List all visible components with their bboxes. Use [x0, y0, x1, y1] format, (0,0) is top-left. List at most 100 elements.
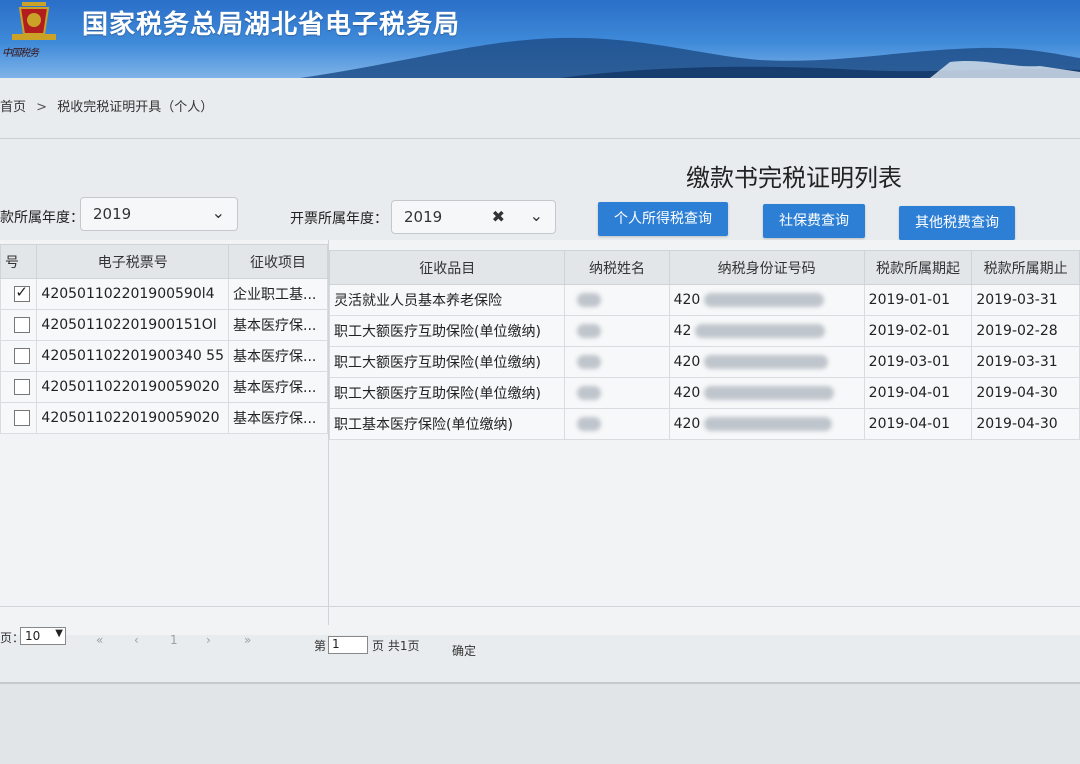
table-row[interactable]: 职工基本医疗保险(单位缴纳) 420 2019-04-01 2019-04-30 — [328, 408, 1080, 440]
row-checkbox[interactable] — [14, 410, 31, 426]
per-page-value: 10 — [25, 629, 41, 643]
redacted-id — [704, 293, 825, 307]
period-start-cell: 2019-03-01 — [863, 346, 973, 378]
column-header-name: 纳税姓名 — [564, 250, 670, 285]
table-row[interactable]: 职工大额医疗互助保险(单位缴纳) 42 2019-02-01 2019-02-2… — [328, 315, 1080, 347]
period-end-cell: 2019-04-30 — [971, 377, 1080, 409]
per-page-select[interactable]: 10 ▼ — [20, 627, 66, 645]
redacted-name — [577, 417, 602, 431]
left-results-table: 号 电子税票号 征收项目 420501102201900590l4 企业职工基.… — [0, 244, 328, 434]
table-row[interactable]: 420501102201900340 55 基本医疗保... — [0, 340, 328, 372]
social-security-query-button[interactable]: 社保费查询 — [763, 204, 865, 238]
name-cell — [564, 377, 670, 409]
id-prefix: 42 — [673, 323, 692, 339]
ticket-no-cell: 420501102201900590l4 — [36, 278, 230, 310]
breadcrumb-home-link[interactable]: 首页 — [0, 100, 26, 115]
site-header: 中国税务 国家税务总局湖北省电子税务局 — [0, 0, 1080, 78]
redacted-id — [704, 386, 835, 400]
item-cell: 企业职工基... — [228, 278, 328, 310]
category-cell: 职工大额医疗互助保险(单位缴纳) — [328, 377, 566, 409]
site-title: 国家税务总局湖北省电子税务局 — [82, 10, 461, 40]
table-row[interactable]: 职工大额医疗互助保险(单位缴纳) 420 2019-04-01 2019-04-… — [328, 377, 1080, 409]
id-number-cell: 420 — [668, 284, 865, 316]
table-row[interactable]: 420501102201900590l4 企业职工基... — [0, 278, 328, 310]
id-number-cell: 42 — [668, 315, 865, 347]
item-cell: 基本医疗保... — [228, 402, 328, 434]
last-page-button[interactable]: » — [244, 633, 251, 647]
column-header-index: 号 — [0, 244, 38, 279]
redacted-id — [695, 324, 826, 338]
name-cell — [564, 315, 670, 347]
chevron-down-icon: ▼ — [55, 628, 63, 639]
invoice-year-select[interactable]: 2019 ✖ ⌄ — [391, 200, 556, 234]
id-prefix: 420 — [673, 416, 701, 432]
row-checkbox[interactable] — [14, 317, 31, 333]
next-page-button[interactable]: › — [206, 633, 211, 647]
redacted-id — [704, 355, 829, 369]
period-start-cell: 2019-04-01 — [863, 408, 973, 440]
chevron-down-icon: ⌄ — [211, 203, 225, 222]
category-cell: 职工大额医疗互助保险(单位缴纳) — [328, 315, 566, 347]
prev-page-button[interactable]: ‹ — [134, 633, 139, 647]
name-cell — [564, 408, 670, 440]
page-footer — [0, 684, 1080, 764]
table-row[interactable]: 灵活就业人员基本养老保险 420 2019-01-01 2019-03-31 — [328, 284, 1080, 316]
id-prefix: 420 — [673, 385, 701, 401]
category-cell: 职工基本医疗保险(单位缴纳) — [328, 408, 566, 440]
goto-prefix: 第 — [314, 639, 327, 653]
row-checkbox[interactable] — [14, 379, 31, 395]
table-row[interactable]: 42050110220190059020 基本医疗保... — [0, 402, 328, 434]
column-header-period-start: 税款所属期起 — [863, 250, 973, 285]
divider — [0, 606, 1080, 607]
item-cell: 基本医疗保... — [228, 371, 328, 403]
goto-page-input[interactable]: 1 — [328, 636, 368, 654]
ticket-no-cell: 420501102201900151Ol — [36, 309, 230, 341]
redacted-name — [577, 293, 602, 307]
row-checkbox[interactable] — [14, 283, 31, 302]
name-cell — [564, 346, 670, 378]
column-header-item: 征收项目 — [228, 244, 328, 279]
period-end-cell: 2019-03-31 — [971, 346, 1080, 378]
first-page-button[interactable]: « — [96, 633, 103, 647]
confirm-page-button[interactable]: 确定 — [452, 642, 476, 659]
payment-year-value: 2019 — [93, 205, 132, 223]
id-prefix: 420 — [673, 292, 701, 308]
redacted-name — [577, 386, 602, 400]
period-end-cell: 2019-02-28 — [971, 315, 1080, 347]
category-cell: 灵活就业人员基本养老保险 — [328, 284, 566, 316]
current-page-number[interactable]: 1 — [170, 633, 178, 647]
id-number-cell: 420 — [668, 408, 865, 440]
period-start-cell: 2019-02-01 — [863, 315, 973, 347]
id-number-cell: 420 — [668, 377, 865, 409]
ticket-no-cell: 42050110220190059020 — [36, 402, 230, 434]
table-row[interactable]: 42050110220190059020 基本医疗保... — [0, 371, 328, 403]
other-taxes-query-button[interactable]: 其他税费查询 — [899, 206, 1015, 240]
redacted-id — [704, 417, 833, 431]
page-title: 缴款书完税证明列表 — [686, 164, 902, 192]
item-cell: 基本医疗保... — [228, 340, 328, 372]
breadcrumb: 首页 > 税收完税证明开具（个人） — [0, 96, 219, 115]
table-row[interactable]: 职工大额医疗互助保险(单位缴纳) 420 2019-03-01 2019-03-… — [328, 346, 1080, 378]
ticket-no-cell: 420501102201900340 55 — [36, 340, 230, 372]
id-prefix: 420 — [673, 354, 701, 370]
row-checkbox[interactable] — [14, 348, 31, 364]
period-end-cell: 2019-04-30 — [971, 408, 1080, 440]
invoice-year-value: 2019 — [404, 208, 443, 226]
item-cell: 基本医疗保... — [228, 309, 328, 341]
period-start-cell: 2019-04-01 — [863, 377, 973, 409]
name-cell — [564, 284, 670, 316]
payment-year-select[interactable]: 2019 ⌄ — [80, 197, 238, 231]
redacted-name — [577, 355, 602, 369]
tax-emblem-icon — [4, 0, 64, 42]
right-results-table: 征收品目 纳税姓名 纳税身份证号码 税款所属期起 税款所属期止 灵活就业人员基本… — [328, 250, 1080, 440]
ticket-no-cell: 42050110220190059020 — [36, 371, 230, 403]
table-row[interactable]: 420501102201900151Ol 基本医疗保... — [0, 309, 328, 341]
personal-income-tax-query-button[interactable]: 个人所得税查询 — [598, 202, 728, 236]
period-end-cell: 2019-03-31 — [971, 284, 1080, 316]
column-header-category: 征收品目 — [328, 250, 566, 285]
payment-year-label: 款所属年度： — [0, 210, 84, 226]
period-start-cell: 2019-01-01 — [863, 284, 973, 316]
clear-icon[interactable]: ✖ — [492, 207, 505, 226]
emblem-caption: 中国税务 — [2, 48, 39, 59]
column-header-id-number: 纳税身份证号码 — [668, 250, 865, 285]
